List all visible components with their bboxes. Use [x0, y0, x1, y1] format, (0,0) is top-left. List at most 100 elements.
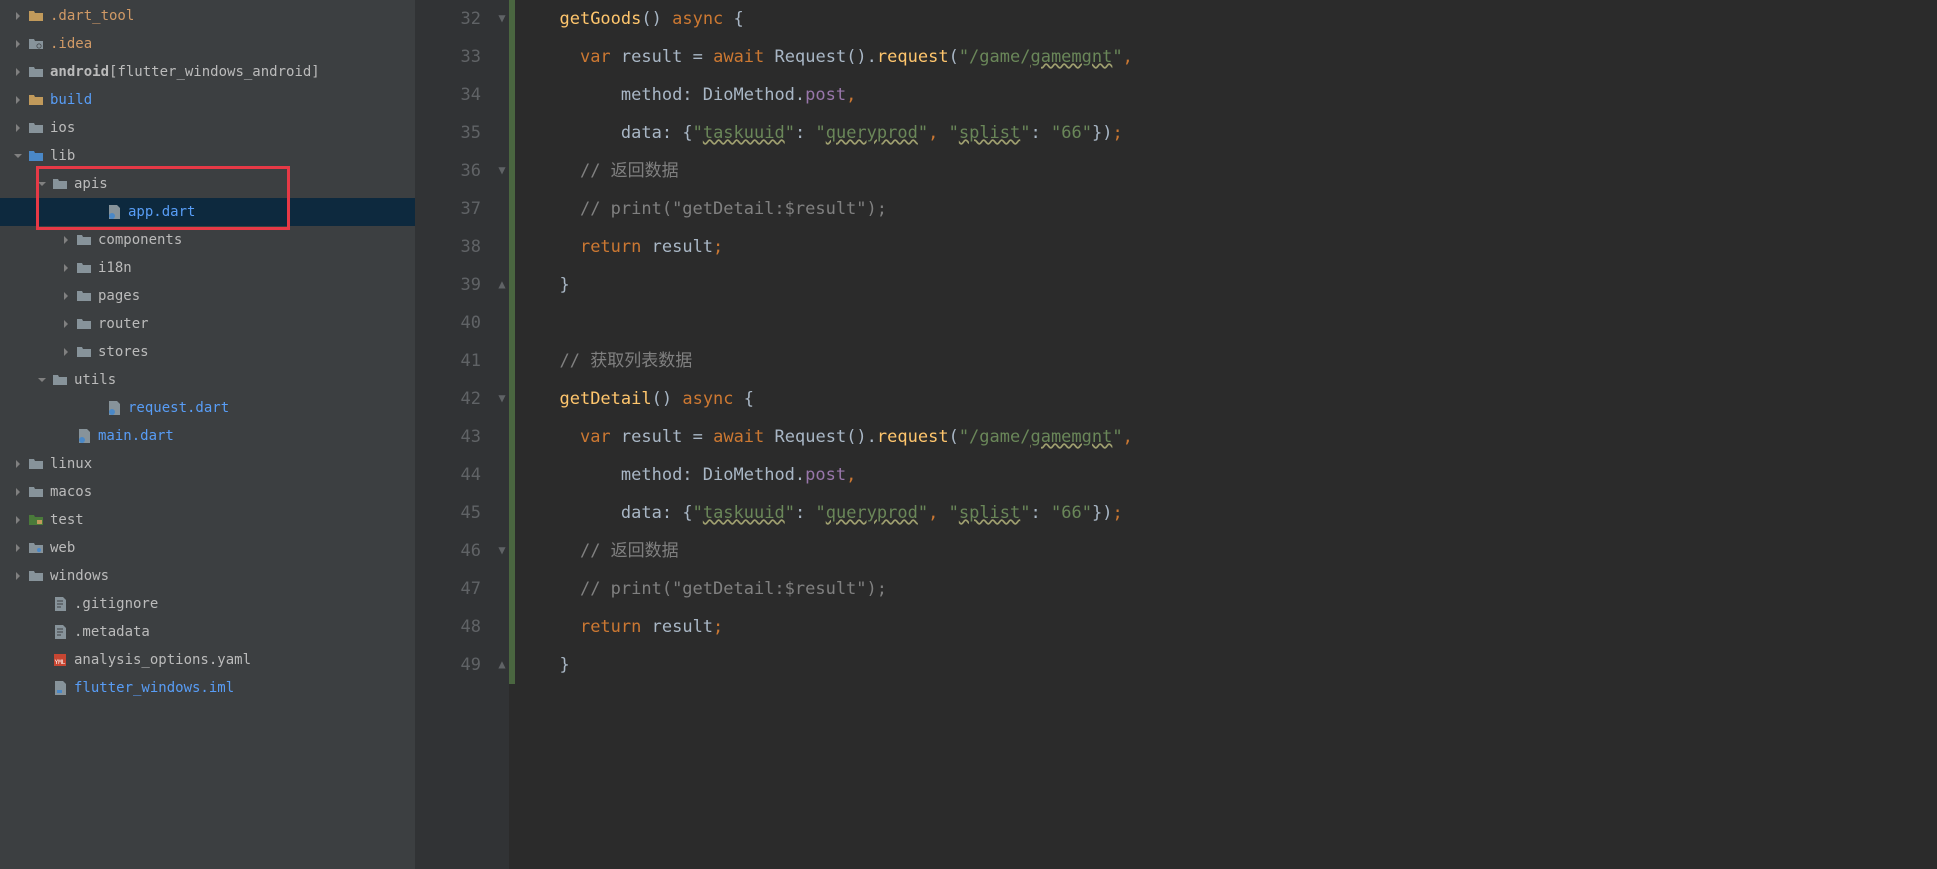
tree-item-label: .gitignore — [74, 596, 158, 612]
tree-item-main-dart[interactable]: main.dart — [0, 422, 415, 450]
fold-gutter[interactable]: ▼ ▼ ▲ ▼ ▼ ▲ — [495, 0, 509, 869]
chevron-right-icon[interactable] — [10, 8, 26, 24]
chevron-right-icon[interactable] — [10, 36, 26, 52]
code-line[interactable]: // print("getDetail:$result"); — [539, 190, 1937, 228]
tree-item-flutter-windows-iml[interactable]: flutter_windows.iml — [0, 674, 415, 702]
tree-item-label: test — [50, 512, 84, 528]
tree-item-app-dart[interactable]: app.dart — [0, 198, 415, 226]
tree-item-android[interactable]: android [flutter_windows_android] — [0, 58, 415, 86]
tree-item-windows[interactable]: windows — [0, 562, 415, 590]
fold-marker-icon[interactable]: ▲ — [496, 278, 508, 290]
fold-marker-icon[interactable]: ▲ — [496, 658, 508, 670]
tree-item--idea[interactable]: .idea — [0, 30, 415, 58]
fold-marker-icon[interactable]: ▼ — [496, 12, 508, 24]
code-line[interactable]: // 返回数据 — [539, 532, 1937, 570]
chevron-right-icon[interactable] — [58, 260, 74, 276]
code-line[interactable]: // 获取列表数据 — [539, 342, 1937, 380]
code-line[interactable]: method: DioMethod.post, — [539, 76, 1937, 114]
chevron-right-icon[interactable] — [58, 288, 74, 304]
chevron-down-icon[interactable] — [10, 148, 26, 164]
tree-item-label: web — [50, 540, 75, 556]
tree-item-build[interactable]: build — [0, 86, 415, 114]
tree-item-i18n[interactable]: i18n — [0, 254, 415, 282]
tree-item-utils[interactable]: utils — [0, 366, 415, 394]
code-line[interactable]: data: {"taskuuid": "queryprod", "splist"… — [539, 494, 1937, 532]
code-content[interactable]: getGoods() async { var result = await Re… — [515, 0, 1937, 869]
line-number: 43 — [415, 418, 481, 456]
tree-item-label: ios — [50, 120, 75, 136]
chevron-right-icon[interactable] — [10, 568, 26, 584]
tree-item-label: macos — [50, 484, 92, 500]
tree-item-label: request.dart — [128, 400, 229, 416]
tree-item-analysis-options-yaml[interactable]: YMLanalysis_options.yaml — [0, 646, 415, 674]
fold-marker-icon[interactable]: ▼ — [496, 392, 508, 404]
code-line[interactable]: // print("getDetail:$result"); — [539, 570, 1937, 608]
tree-item-label: main.dart — [98, 428, 174, 444]
code-line[interactable]: var result = await Request().request("/g… — [539, 38, 1937, 76]
code-line[interactable]: // 返回数据 — [539, 152, 1937, 190]
line-number: 46 — [415, 532, 481, 570]
chevron-right-icon[interactable] — [10, 64, 26, 80]
tree-item-stores[interactable]: stores — [0, 338, 415, 366]
code-line[interactable]: getDetail() async { — [539, 380, 1937, 418]
code-line[interactable]: return result; — [539, 228, 1937, 266]
line-number: 42 — [415, 380, 481, 418]
tree-item--gitignore[interactable]: .gitignore — [0, 590, 415, 618]
tree-item-router[interactable]: router — [0, 310, 415, 338]
chevron-right-icon[interactable] — [58, 232, 74, 248]
code-line[interactable]: } — [539, 646, 1937, 684]
tree-item-ios[interactable]: ios — [0, 114, 415, 142]
tree-item-components[interactable]: components — [0, 226, 415, 254]
chevron-right-icon[interactable] — [58, 344, 74, 360]
code-line[interactable]: } — [539, 266, 1937, 304]
line-number: 41 — [415, 342, 481, 380]
tree-item--dart-tool[interactable]: .dart_tool — [0, 2, 415, 30]
tree-item-label: components — [98, 232, 182, 248]
code-line[interactable]: var result = await Request().request("/g… — [539, 418, 1937, 456]
chevron-right-icon[interactable] — [10, 512, 26, 528]
tree-item-label: .metadata — [74, 624, 150, 640]
code-line[interactable]: method: DioMethod.post, — [539, 456, 1937, 494]
line-number: 33 — [415, 38, 481, 76]
chevron-right-icon[interactable] — [10, 540, 26, 556]
tree-item--metadata[interactable]: .metadata — [0, 618, 415, 646]
code-editor[interactable]: 323334353637383940414243444546474849 ▼▼▲… — [415, 0, 1937, 869]
chevron-right-icon[interactable] — [58, 316, 74, 332]
tree-item-label: app.dart — [128, 204, 195, 220]
code-line[interactable]: data: {"taskuuid": "queryprod", "splist"… — [539, 114, 1937, 152]
tree-item-label: pages — [98, 288, 140, 304]
chevron-down-icon[interactable] — [34, 372, 50, 388]
code-line[interactable]: getGoods() async { — [539, 0, 1937, 38]
chevron-right-icon[interactable] — [10, 120, 26, 136]
tree-item-linux[interactable]: linux — [0, 450, 415, 478]
tree-item-label: utils — [74, 372, 116, 388]
code-line[interactable] — [539, 304, 1937, 342]
code-line[interactable]: return result; — [539, 608, 1937, 646]
line-gutter: 323334353637383940414243444546474849 — [415, 0, 495, 869]
tree-item-macos[interactable]: macos — [0, 478, 415, 506]
line-number: 44 — [415, 456, 481, 494]
tree-item-test[interactable]: test — [0, 506, 415, 534]
tree-item-label: build — [50, 92, 92, 108]
tree-item-label: apis — [74, 176, 108, 192]
fold-marker-icon[interactable]: ▼ — [496, 544, 508, 556]
tree-item-label: .idea — [50, 36, 92, 52]
tree-item-label: flutter_windows.iml — [74, 680, 234, 696]
tree-item-label: android — [50, 64, 109, 80]
project-tree[interactable]: .dart_tool .idea android [flutter_windows_… — [0, 0, 415, 869]
chevron-right-icon[interactable] — [10, 456, 26, 472]
tree-item-pages[interactable]: pages — [0, 282, 415, 310]
tree-item-apis[interactable]: apis — [0, 170, 415, 198]
tree-item-lib[interactable]: lib — [0, 142, 415, 170]
chevron-right-icon[interactable] — [10, 484, 26, 500]
tree-item-request-dart[interactable]: request.dart — [0, 394, 415, 422]
tree-item-web[interactable]: web — [0, 534, 415, 562]
tree-item-label: stores — [98, 344, 149, 360]
chevron-right-icon[interactable] — [10, 92, 26, 108]
line-number: 40 — [415, 304, 481, 342]
line-number: 49 — [415, 646, 481, 684]
chevron-down-icon[interactable] — [34, 176, 50, 192]
line-number: 36 — [415, 152, 481, 190]
line-number: 48 — [415, 608, 481, 646]
fold-marker-icon[interactable]: ▼ — [496, 164, 508, 176]
